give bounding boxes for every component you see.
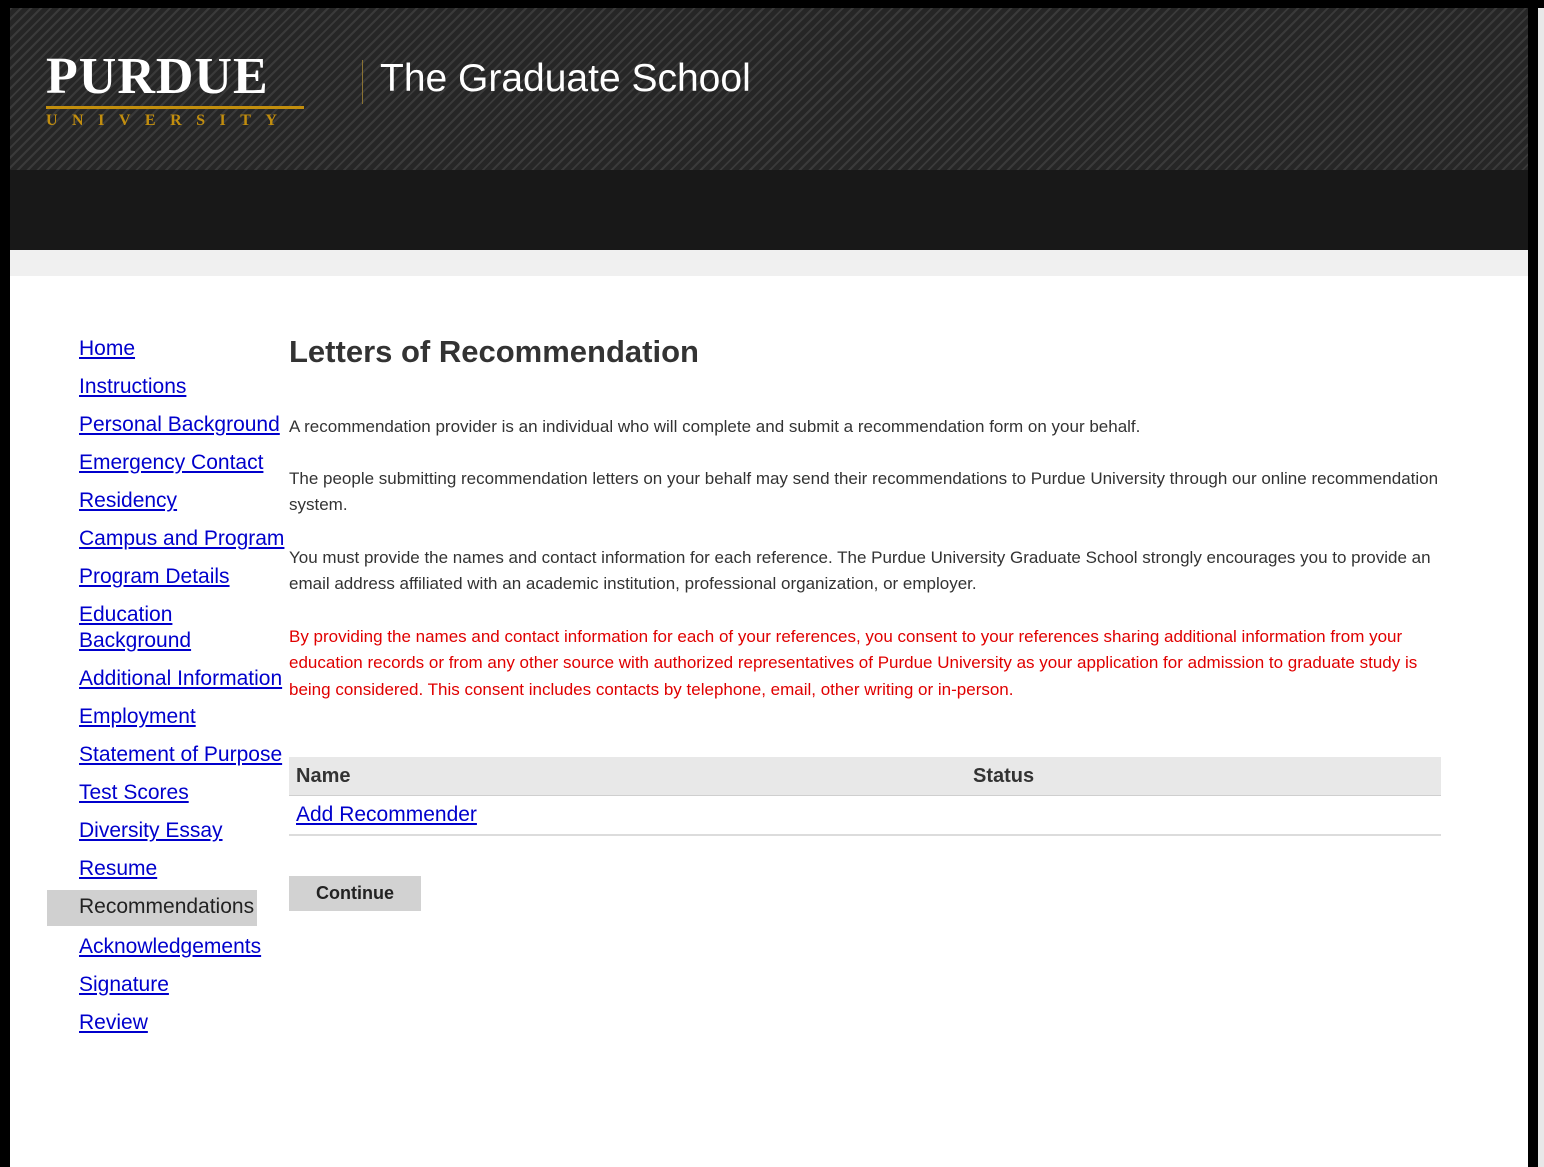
- sidebar-item-home[interactable]: Home: [47, 336, 287, 362]
- sidebar-item-instructions[interactable]: Instructions: [47, 374, 287, 400]
- logo-subtitle: UNIVERSITY: [46, 112, 292, 129]
- add-recommender-cell: Add Recommender: [289, 795, 1441, 836]
- main-content: Letters of Recommendation A recommendati…: [289, 328, 1441, 911]
- continue-button[interactable]: Continue: [289, 876, 421, 911]
- table-header-row: Name Status: [289, 757, 1441, 796]
- sidebar-item-recommendations[interactable]: Recommendations: [47, 890, 257, 926]
- sidebar-item-personal-background[interactable]: Personal Background: [47, 412, 287, 438]
- sidebar-item-acknowledgements[interactable]: Acknowledgements: [47, 934, 287, 960]
- column-header-name: Name: [289, 757, 966, 796]
- browser-frame: PURDUE UNIVERSITY The Graduate School Ho…: [0, 0, 1544, 1167]
- sidebar-item-resume[interactable]: Resume: [47, 856, 287, 882]
- page-title: Letters of Recommendation: [289, 334, 699, 369]
- sidebar-item-program-details[interactable]: Program Details: [47, 564, 287, 590]
- site-title: The Graduate School: [380, 57, 751, 100]
- sidebar-item-test-scores[interactable]: Test Scores: [47, 780, 287, 806]
- header-divider: [362, 60, 363, 104]
- sidebar-item-residency[interactable]: Residency: [47, 488, 287, 514]
- add-recommender-link[interactable]: Add Recommender: [296, 803, 477, 826]
- purdue-logo[interactable]: PURDUE UNIVERSITY: [46, 50, 311, 136]
- sidebar-item-campus-and-program[interactable]: Campus and Program: [47, 526, 287, 552]
- sidebar-item-signature[interactable]: Signature: [47, 972, 287, 998]
- logo-wordmark: PURDUE: [46, 48, 269, 105]
- sidebar-item-emergency-contact[interactable]: Emergency Contact: [47, 450, 287, 476]
- sidebar-item-review[interactable]: Review: [47, 1010, 287, 1036]
- table-row: Add Recommender: [289, 795, 1441, 836]
- sidebar-item-additional-information[interactable]: Additional Information: [47, 666, 287, 692]
- sidebar-item-education-background[interactable]: Education Background: [47, 602, 287, 654]
- sidebar-item-diversity-essay[interactable]: Diversity Essay: [47, 818, 287, 844]
- column-header-status: Status: [966, 757, 1441, 796]
- nav-bar: [10, 170, 1528, 250]
- intro-paragraph: A recommendation provider is an individu…: [289, 417, 1141, 436]
- online-system-paragraph: The people submitting recommendation let…: [289, 468, 1439, 515]
- contact-info-paragraph: You must provide the names and contact i…: [289, 547, 1431, 594]
- site-header: PURDUE UNIVERSITY The Graduate School: [10, 8, 1528, 170]
- sidebar-nav: Home Instructions Personal Background Em…: [47, 336, 287, 1048]
- sidebar-item-employment[interactable]: Employment: [47, 704, 287, 730]
- sidebar-item-statement-of-purpose[interactable]: Statement of Purpose: [47, 742, 287, 768]
- logo-rule: [46, 106, 304, 109]
- consent-warning-paragraph: By providing the names and contact infor…: [289, 626, 1418, 699]
- sub-strip: [10, 250, 1528, 276]
- recommenders-table: Name Status Add Recommender: [289, 757, 1441, 836]
